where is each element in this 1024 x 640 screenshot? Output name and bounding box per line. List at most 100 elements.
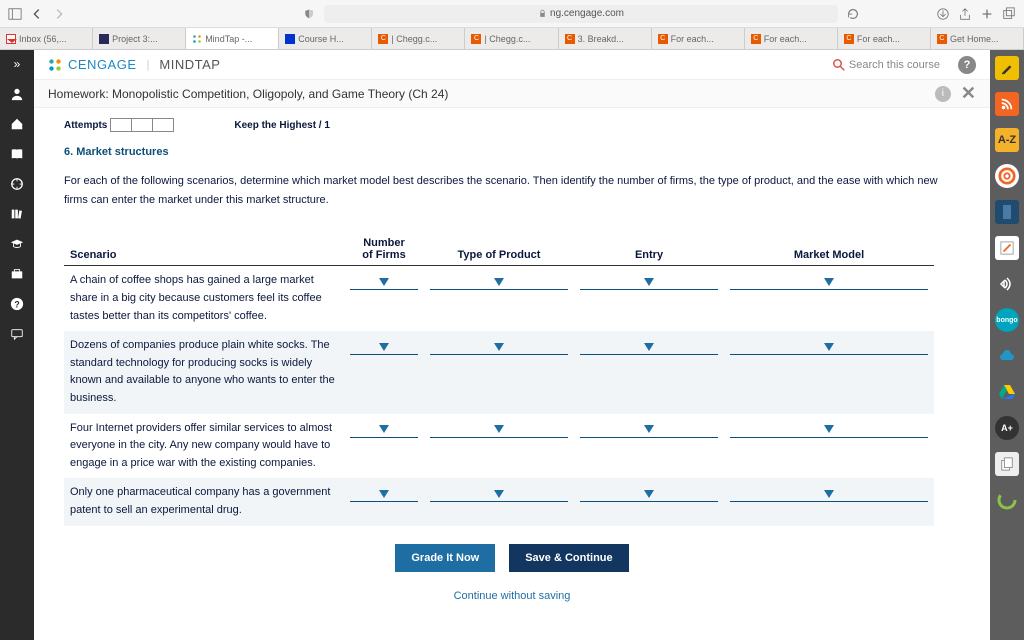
- scenario-cell: Only one pharmaceutical company has a go…: [64, 478, 344, 525]
- th-model: Market Model: [724, 233, 934, 266]
- assignment-title: Homework: Monopolistic Competition, Olig…: [48, 87, 448, 101]
- book-icon[interactable]: [9, 146, 25, 162]
- browser-tab[interactable]: CGet Home...: [931, 28, 1024, 49]
- scenario-cell: A chain of coffee shops has gained a lar…: [64, 266, 344, 331]
- brand-company: CENGAGE: [68, 57, 137, 72]
- chegg-icon: C: [471, 34, 481, 44]
- left-nav-rail: » ?: [0, 50, 34, 640]
- graduation-icon[interactable]: [9, 236, 25, 252]
- search-label: Search this course: [849, 59, 940, 71]
- sidebar-toggle-icon[interactable]: [8, 7, 22, 21]
- browser-tab[interactable]: C| Chegg.c...: [372, 28, 465, 49]
- browser-tab[interactable]: CFor each...: [838, 28, 931, 49]
- az-icon[interactable]: A-Z: [995, 128, 1019, 152]
- browser-tab[interactable]: C| Chegg.c...: [465, 28, 558, 49]
- note-edit-icon[interactable]: [995, 236, 1019, 260]
- scenario-cell: Four Internet providers offer similar se…: [64, 414, 344, 479]
- help-button[interactable]: ?: [958, 56, 976, 74]
- profile-icon[interactable]: [9, 86, 25, 102]
- product-dropdown[interactable]: [430, 274, 568, 290]
- tabs-icon[interactable]: [1002, 7, 1016, 21]
- model-dropdown[interactable]: [730, 486, 928, 502]
- help-icon[interactable]: ?: [9, 296, 25, 312]
- target-icon[interactable]: [9, 176, 25, 192]
- th-entry: Entry: [574, 233, 724, 266]
- search-course[interactable]: Search this course: [833, 59, 940, 71]
- model-dropdown[interactable]: [730, 339, 928, 355]
- chegg-icon: C: [658, 34, 668, 44]
- forward-icon[interactable]: [52, 7, 66, 21]
- browser-tab-active[interactable]: MindTap -...: [186, 28, 279, 49]
- expand-icon[interactable]: »: [9, 56, 25, 72]
- a-plus-icon[interactable]: A+: [995, 416, 1019, 440]
- firms-dropdown[interactable]: [350, 339, 418, 355]
- model-dropdown[interactable]: [730, 422, 928, 438]
- chegg-icon: C: [937, 34, 947, 44]
- home-icon[interactable]: [9, 116, 25, 132]
- download-icon[interactable]: [936, 7, 950, 21]
- briefcase-icon[interactable]: [9, 266, 25, 282]
- model-dropdown[interactable]: [730, 274, 928, 290]
- entry-dropdown[interactable]: [580, 339, 718, 355]
- table-row: Only one pharmaceutical company has a go…: [64, 478, 934, 525]
- circle-tool-icon[interactable]: [995, 164, 1019, 188]
- pages-icon[interactable]: [995, 452, 1019, 476]
- product-dropdown[interactable]: [430, 486, 568, 502]
- url-text: ng.cengage.com: [550, 8, 624, 19]
- share-icon[interactable]: [958, 7, 972, 21]
- browser-tab[interactable]: CFor each...: [745, 28, 838, 49]
- audio-icon[interactable]: [995, 272, 1019, 296]
- question-instructions: For each of the following scenarios, det…: [64, 172, 960, 209]
- back-icon[interactable]: [30, 7, 44, 21]
- badge-icon[interactable]: bongo: [995, 308, 1019, 332]
- product-dropdown[interactable]: [430, 422, 568, 438]
- browser-tab[interactable]: Course H...: [279, 28, 372, 49]
- url-bar[interactable]: ng.cengage.com: [324, 5, 838, 23]
- new-tab-icon[interactable]: [980, 7, 994, 21]
- tab-favicon: [285, 34, 295, 44]
- product-dropdown[interactable]: [430, 339, 568, 355]
- entry-dropdown[interactable]: [580, 422, 718, 438]
- rss-icon[interactable]: [995, 92, 1019, 116]
- grade-button[interactable]: Grade It Now: [395, 544, 495, 572]
- notebook-icon[interactable]: [995, 200, 1019, 224]
- chegg-icon: C: [378, 34, 388, 44]
- chat-icon[interactable]: [9, 326, 25, 342]
- highlighter-icon[interactable]: [995, 56, 1019, 80]
- action-buttons: Grade It Now Save & Continue Continue wi…: [64, 544, 960, 602]
- th-firms: Number of Firms: [344, 233, 424, 266]
- cengage-logo-icon: [48, 58, 62, 72]
- info-icon[interactable]: i: [935, 86, 951, 102]
- save-continue-button[interactable]: Save & Continue: [509, 544, 628, 572]
- firms-dropdown[interactable]: [350, 486, 418, 502]
- firms-dropdown[interactable]: [350, 422, 418, 438]
- close-icon[interactable]: ✕: [961, 83, 976, 104]
- continue-without-saving-link[interactable]: Continue without saving: [454, 590, 571, 602]
- firms-dropdown[interactable]: [350, 274, 418, 290]
- browser-tab[interactable]: Project 3:...: [93, 28, 186, 49]
- content-area: Attempts Keep the Highest / 1 6. Market …: [34, 108, 990, 640]
- entry-dropdown[interactable]: [580, 274, 718, 290]
- table-row: A chain of coffee shops has gained a lar…: [64, 266, 934, 331]
- cloud-icon[interactable]: [995, 344, 1019, 368]
- table-row: Four Internet providers offer similar se…: [64, 414, 934, 479]
- lock-icon: [538, 9, 547, 18]
- question-title: 6. Market structures: [64, 146, 960, 158]
- gmail-icon: [6, 34, 16, 44]
- browser-tab[interactable]: CFor each...: [652, 28, 745, 49]
- chegg-icon: C: [751, 34, 761, 44]
- shield-icon[interactable]: [302, 7, 316, 21]
- reload-icon[interactable]: [846, 7, 860, 21]
- browser-tab[interactable]: C3. Breakd...: [559, 28, 652, 49]
- tab-favicon: [99, 34, 109, 44]
- attempt-box: [131, 118, 153, 132]
- th-scenario: Scenario: [64, 233, 344, 266]
- assignment-bar: Homework: Monopolistic Competition, Olig…: [34, 80, 990, 108]
- browser-tab[interactable]: Inbox (56,...: [0, 28, 93, 49]
- entry-dropdown[interactable]: [580, 486, 718, 502]
- library-icon[interactable]: [9, 206, 25, 222]
- drive-icon[interactable]: [995, 380, 1019, 404]
- attempts-row: Attempts Keep the Highest / 1: [64, 118, 960, 132]
- ring-icon[interactable]: [995, 488, 1019, 512]
- attempts-label: Attempts: [64, 120, 107, 131]
